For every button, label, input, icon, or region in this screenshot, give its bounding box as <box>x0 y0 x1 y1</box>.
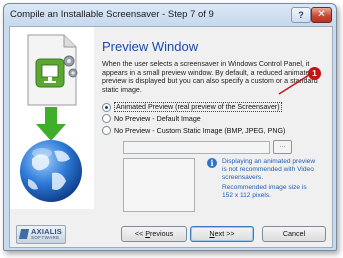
radio-animated-preview[interactable] <box>102 102 111 112</box>
wizard-content: Preview Window When the user selects a s… <box>9 26 333 248</box>
axialis-logo: AXIALIS SOFTWARE <box>16 225 66 244</box>
window-title: Compile an Installable Screensaver - Ste… <box>10 9 214 20</box>
info-size-text: Recommended image size is 152 x 112 pixe… <box>222 184 307 199</box>
option-custom-image-label: No Preview - Custom Static Image (BMP, J… <box>114 126 286 135</box>
radio-custom-image[interactable] <box>102 126 111 135</box>
callout-badge: 1 <box>308 67 321 80</box>
info-icon: i <box>207 158 217 168</box>
preview-image-box <box>123 158 195 212</box>
browse-button[interactable]: ... <box>273 140 292 154</box>
previous-rest: revious <box>150 229 174 238</box>
option-default-image-label: No Preview - Default Image <box>114 114 201 123</box>
close-button[interactable]: ✕ <box>311 7 332 23</box>
previous-button[interactable]: << Previous <box>121 226 187 242</box>
custom-image-path-input[interactable] <box>123 141 270 154</box>
help-button[interactable]: ? <box>291 7 311 23</box>
option-animated-preview[interactable]: Animated Preview (real preview of the Sc… <box>102 102 282 112</box>
previous-prefix: << <box>134 229 146 238</box>
title-bar: Compile an Installable Screensaver - Ste… <box>4 4 336 26</box>
option-animated-preview-label: Animated Preview (real preview of the Sc… <box>114 102 282 112</box>
wizard-window: Compile an Installable Screensaver - Ste… <box>3 3 337 251</box>
option-default-image[interactable]: No Preview - Default Image <box>102 114 201 123</box>
screensaver-globe-illustration <box>20 34 82 202</box>
radio-default-image[interactable] <box>102 114 111 123</box>
next-rest: ext >> <box>214 229 235 238</box>
option-custom-image[interactable]: No Preview - Custom Static Image (BMP, J… <box>102 126 285 135</box>
logo-sub: SOFTWARE <box>31 235 60 240</box>
info-warning-text: Displaying an animated preview is not re… <box>222 158 316 181</box>
page-title: Preview Window <box>102 39 199 54</box>
illustration-panel <box>10 27 94 209</box>
cancel-button[interactable]: Cancel <box>262 226 326 242</box>
next-button[interactable]: Next >> <box>190 226 254 242</box>
page-description: When the user selects a screensaver in W… <box>102 60 318 94</box>
wizard-footer: AXIALIS SOFTWARE << Previous Next >> Can… <box>10 217 332 247</box>
axialis-logo-mark <box>18 229 30 239</box>
